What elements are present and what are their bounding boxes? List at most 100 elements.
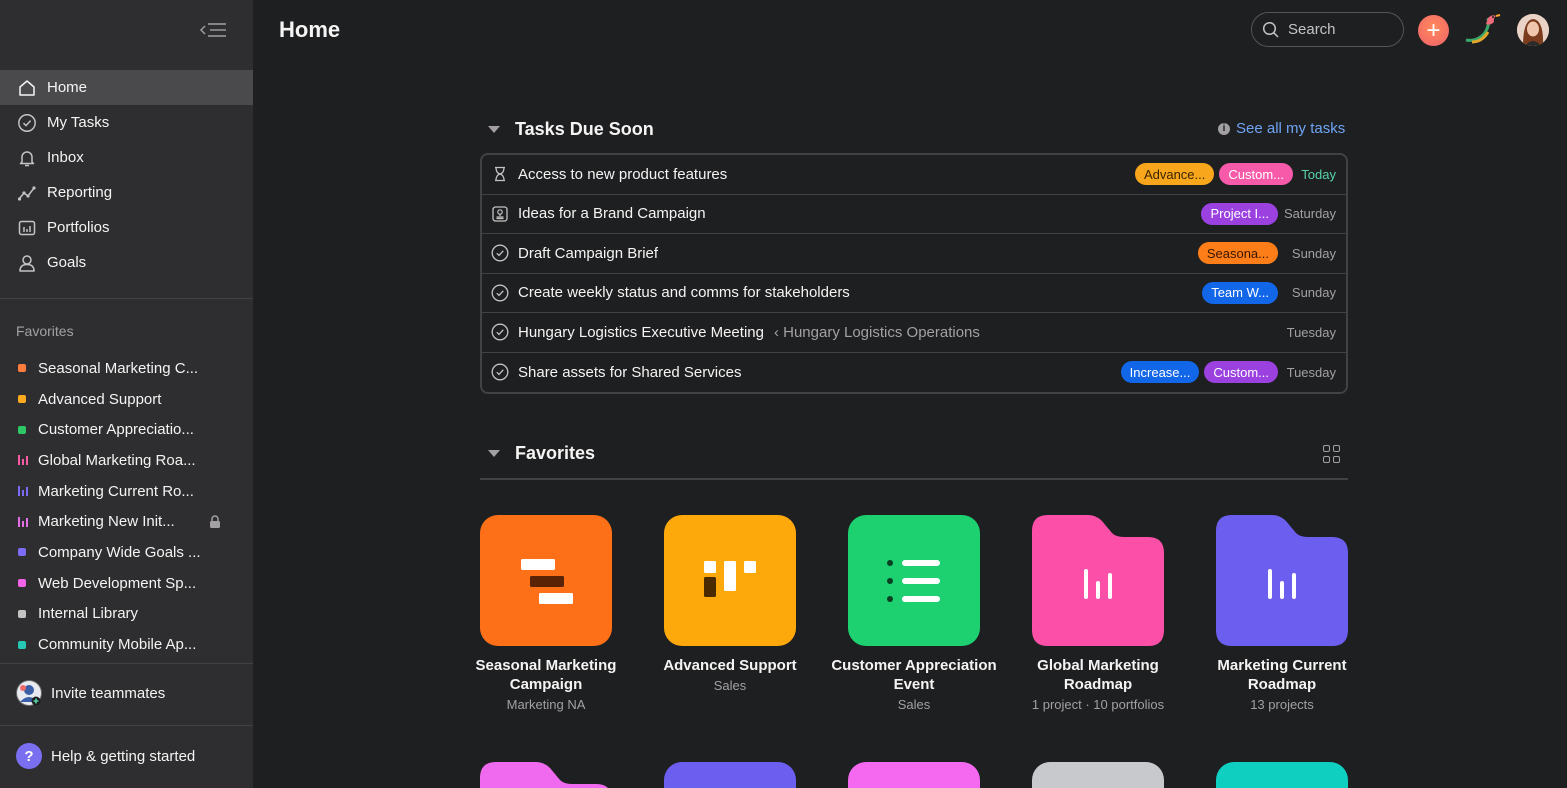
favorite-tile[interactable]: Marketing Current Roadmap 13 projects bbox=[1216, 515, 1348, 712]
task-row[interactable]: Draft Campaign Brief Seasona... Sunday bbox=[482, 234, 1346, 274]
task-tag[interactable]: Project I... bbox=[1201, 202, 1278, 225]
favorite-label: Seasonal Marketing C... bbox=[38, 359, 199, 377]
favorite-item[interactable]: Marketing Current Ro... bbox=[0, 476, 253, 507]
invite-teammates-button[interactable]: Invite teammates bbox=[16, 680, 165, 706]
task-project-breadcrumb[interactable]: ‹ Hungary Logistics Operations bbox=[774, 324, 980, 341]
favorite-tile[interactable] bbox=[1032, 762, 1164, 788]
favorite-label: Marketing New Init... bbox=[38, 513, 175, 531]
sidebar-item-my-tasks[interactable]: My Tasks bbox=[0, 105, 253, 140]
task-due-date: Tuesday bbox=[1286, 324, 1336, 340]
favorite-item[interactable]: Internal Library bbox=[0, 599, 253, 630]
section-title: Tasks Due Soon bbox=[515, 119, 654, 139]
favorite-tile[interactable]: Global Marketing Roadmap 1 project · 10 … bbox=[1032, 515, 1164, 712]
sidebar-item-label: Goals bbox=[47, 254, 87, 271]
favorite-item[interactable]: Marketing New Init... bbox=[0, 506, 253, 537]
project-color-dot bbox=[18, 395, 26, 404]
task-row[interactable]: Access to new product features Advance..… bbox=[482, 155, 1346, 195]
check-circle-icon[interactable] bbox=[491, 284, 509, 302]
grid-view-icon[interactable] bbox=[1323, 445, 1341, 463]
portfolio-icon bbox=[17, 218, 37, 238]
project-color-dot bbox=[18, 548, 26, 557]
tile-name: Global Marketing Roadmap bbox=[1037, 657, 1159, 693]
favorites-section-heading[interactable]: Favorites bbox=[488, 443, 595, 464]
invite-label: Invite teammates bbox=[51, 684, 166, 702]
see-all-my-tasks-link[interactable]: i See all my tasks bbox=[1218, 120, 1345, 137]
task-row[interactable]: Hungary Logistics Executive Meeting ‹ Hu… bbox=[482, 313, 1346, 353]
check-circle-icon[interactable] bbox=[491, 244, 509, 262]
tile-name: Customer Appreciation Event bbox=[831, 657, 997, 693]
favorite-item[interactable]: Community Mobile Ap... bbox=[0, 629, 253, 660]
task-tag[interactable]: Seasona... bbox=[1197, 242, 1278, 265]
task-name: Access to new product features bbox=[518, 165, 728, 183]
sidebar-nav: Home My Tasks Inbox Reporting Portfolios… bbox=[0, 70, 253, 280]
collapse-sidebar-icon[interactable] bbox=[196, 18, 230, 42]
sidebar-divider bbox=[0, 298, 253, 299]
sidebar-item-label: My Tasks bbox=[47, 114, 110, 131]
task-row[interactable]: Create weekly status and comms for stake… bbox=[482, 274, 1346, 313]
task-due-date: Today bbox=[1301, 166, 1336, 182]
project-color-dot bbox=[18, 364, 26, 373]
sidebar: Home My Tasks Inbox Reporting Portfolios… bbox=[0, 0, 253, 788]
project-color-dot bbox=[18, 609, 26, 618]
favorite-label: Web Development Sp... bbox=[38, 574, 197, 592]
favorite-item[interactable]: Advanced Support bbox=[0, 384, 253, 415]
app-root: Home My Tasks Inbox Reporting Portfolios… bbox=[0, 0, 1567, 788]
task-name: Share assets for Shared Services bbox=[518, 363, 742, 381]
task-tag[interactable]: Increase... bbox=[1120, 361, 1200, 384]
collapse-caret-icon bbox=[488, 450, 500, 457]
sidebar-item-home[interactable]: Home bbox=[0, 70, 253, 105]
sidebar-item-label: Reporting bbox=[47, 184, 113, 201]
favorite-label: Company Wide Goals ... bbox=[38, 543, 201, 561]
favorites-heading: Favorites bbox=[16, 323, 74, 339]
search-input[interactable]: Search bbox=[1251, 12, 1404, 47]
add-button[interactable]: + bbox=[1418, 15, 1449, 46]
info-icon: i bbox=[1218, 122, 1230, 135]
person-icon bbox=[17, 253, 37, 273]
tasks-due-soon-heading[interactable]: Tasks Due Soon bbox=[488, 119, 654, 140]
favorite-tile[interactable]: Seasonal Marketing Campaign Marketing NA bbox=[476, 515, 616, 712]
sidebar-item-portfolios[interactable]: Portfolios bbox=[0, 210, 253, 245]
favorite-tile[interactable] bbox=[1216, 762, 1348, 788]
task-row[interactable]: Ideas for a Brand Campaign Project I... … bbox=[482, 195, 1346, 234]
help-icon: ? bbox=[16, 743, 42, 769]
board-icon bbox=[664, 515, 796, 646]
help-button[interactable]: ? Help & getting started bbox=[16, 743, 195, 769]
favorite-tile[interactable] bbox=[480, 762, 612, 788]
favorite-item[interactable]: Web Development Sp... bbox=[0, 568, 253, 599]
favorite-item[interactable]: Company Wide Goals ... bbox=[0, 537, 253, 568]
team-avatar bbox=[16, 680, 42, 706]
favorite-tile[interactable] bbox=[848, 762, 980, 788]
help-label: Help & getting started bbox=[51, 747, 196, 765]
portfolio-bars-icon bbox=[18, 516, 28, 527]
task-row[interactable]: Share assets for Shared Services Increas… bbox=[482, 353, 1346, 393]
sidebar-item-reporting[interactable]: Reporting bbox=[0, 175, 253, 210]
task-name: Draft Campaign Brief bbox=[518, 244, 659, 262]
user-avatar[interactable] bbox=[1517, 14, 1549, 46]
favorite-item[interactable]: Customer Appreciatio... bbox=[0, 414, 253, 445]
favorite-tile[interactable]: Advanced Support Sales bbox=[663, 515, 797, 693]
favorite-item[interactable]: Global Marketing Roa... bbox=[0, 445, 253, 476]
tile-name: Seasonal Marketing Campaign bbox=[475, 657, 617, 693]
portfolio-bars-icon bbox=[1032, 515, 1164, 646]
task-tag[interactable]: Custom... bbox=[1219, 163, 1293, 186]
task-due-date: Sunday bbox=[1291, 245, 1336, 261]
lock-icon bbox=[209, 515, 221, 532]
task-tag[interactable]: Team W... bbox=[1202, 281, 1278, 304]
task-tag[interactable]: Advance... bbox=[1134, 163, 1215, 186]
favorite-tile[interactable] bbox=[664, 762, 796, 788]
celebration-bird-icon[interactable] bbox=[1462, 12, 1504, 48]
sidebar-item-goals[interactable]: Goals bbox=[0, 245, 253, 280]
favorites-list: Seasonal Marketing C... Advanced Support… bbox=[0, 353, 253, 660]
plus-icon: + bbox=[1426, 16, 1441, 44]
tasks-list: Access to new product features Advance..… bbox=[480, 153, 1348, 394]
check-circle-icon[interactable] bbox=[491, 323, 509, 341]
task-name: Hungary Logistics Executive Meeting bbox=[518, 323, 764, 341]
search-icon bbox=[1262, 21, 1279, 38]
task-name: Ideas for a Brand Campaign bbox=[518, 205, 706, 223]
favorite-tile[interactable]: Customer Appreciation Event Sales bbox=[831, 515, 997, 712]
collapse-caret-icon bbox=[488, 126, 500, 133]
task-tag[interactable]: Custom... bbox=[1204, 361, 1278, 384]
check-circle-icon[interactable] bbox=[491, 363, 509, 381]
favorite-item[interactable]: Seasonal Marketing C... bbox=[0, 353, 253, 384]
sidebar-item-inbox[interactable]: Inbox bbox=[0, 140, 253, 175]
